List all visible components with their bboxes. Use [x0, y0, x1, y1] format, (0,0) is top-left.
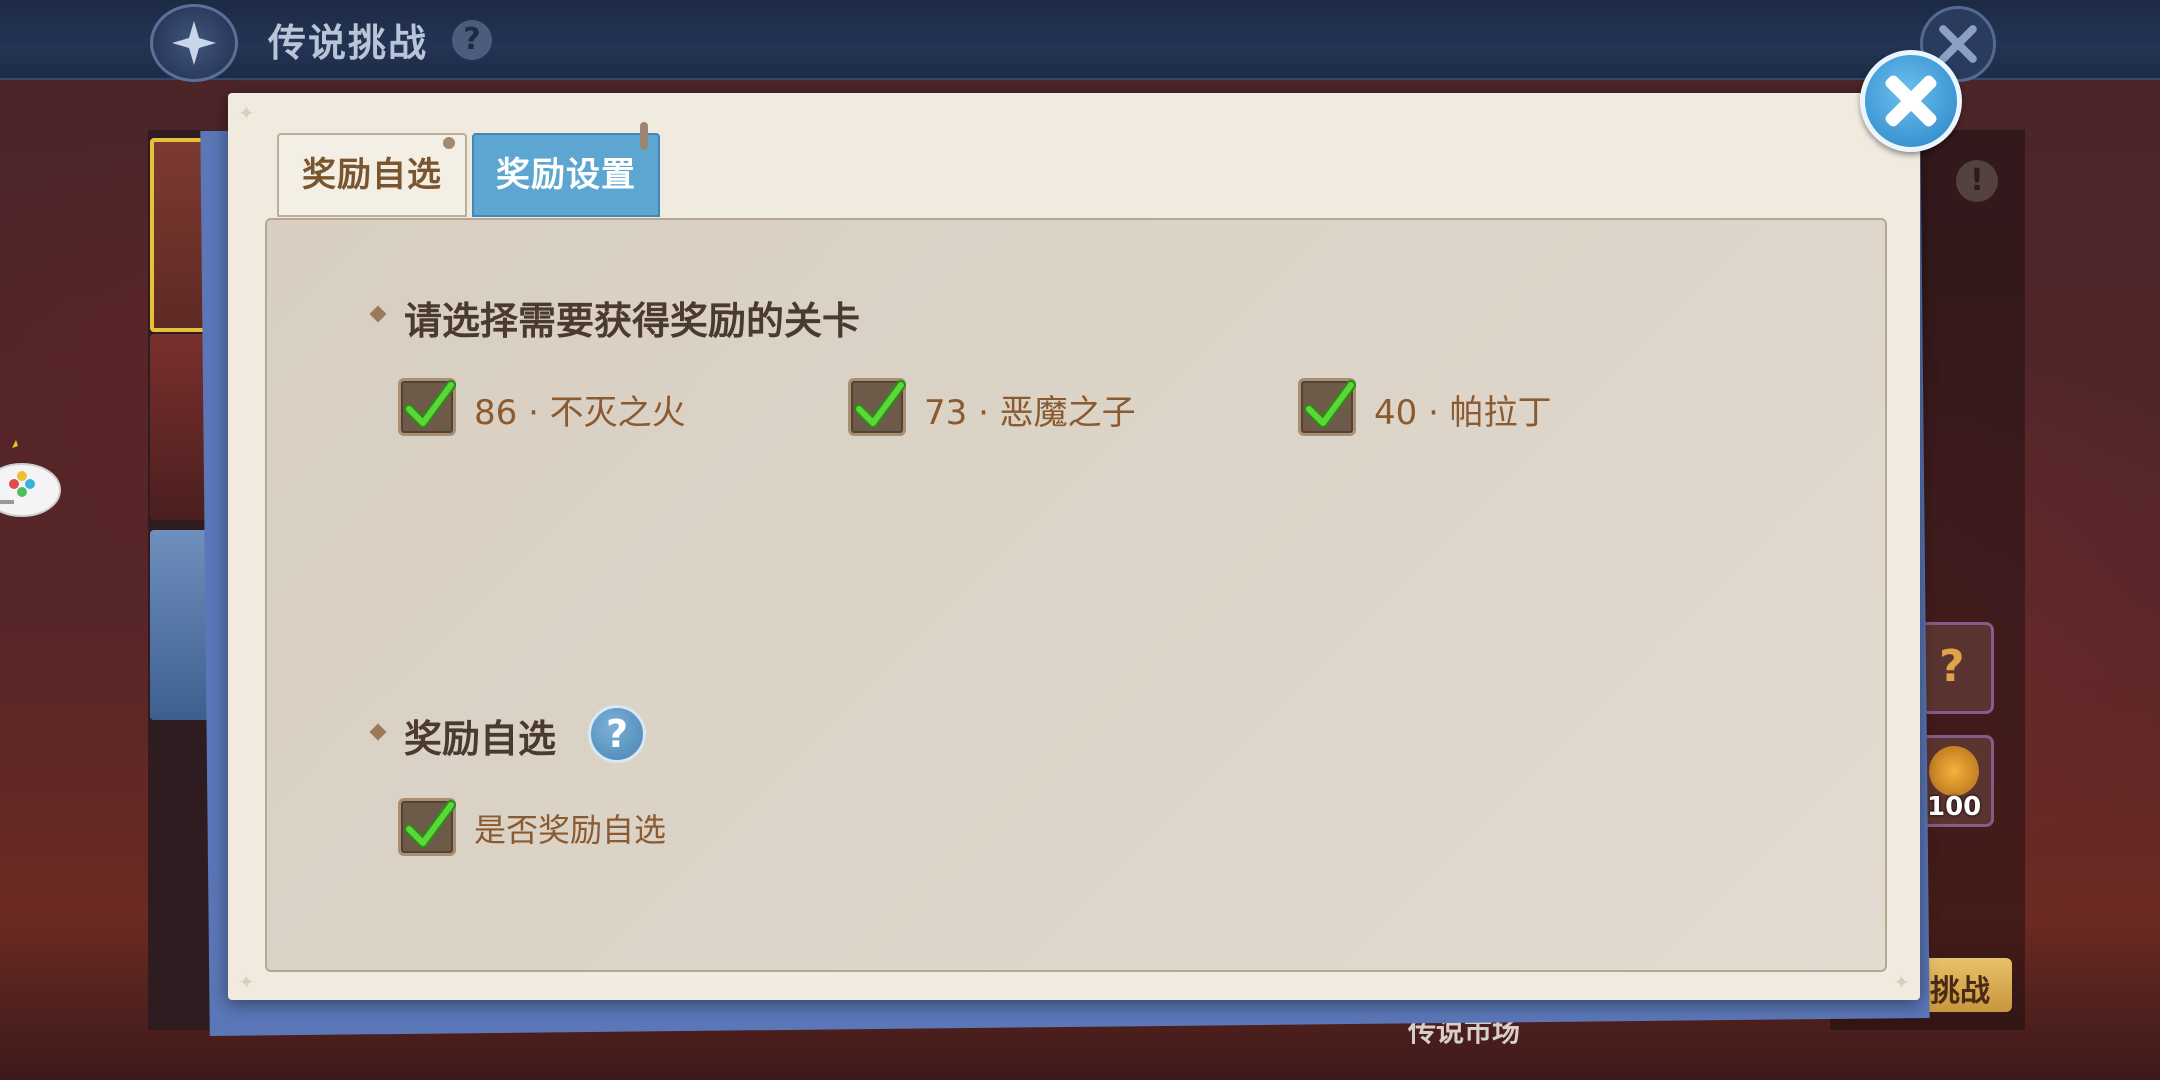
top-bar: 传说挑战 ?	[0, 0, 2160, 82]
level-checkbox-86[interactable]	[398, 378, 456, 436]
gamepad-icon[interactable]	[0, 440, 62, 524]
corner-ornament-icon: ✦	[238, 101, 255, 125]
coin-count: 100	[1927, 792, 1982, 822]
emblem-icon	[150, 4, 238, 82]
tab-pin-icon	[640, 122, 648, 150]
challenge-label: 挑战	[1930, 974, 1990, 1009]
close-dialog-icon[interactable]	[1860, 50, 1962, 152]
level-label-73[interactable]: 73 · 恶魔之子	[924, 385, 1136, 434]
reward-select-label[interactable]: 是否奖励自选	[474, 805, 666, 851]
page-title: 传说挑战	[268, 21, 429, 65]
level-checkbox-73[interactable]	[848, 378, 906, 436]
reward-select-checkbox[interactable]	[398, 798, 456, 856]
corner-ornament-icon: ✦	[238, 970, 255, 994]
alert-icon[interactable]: !	[1956, 160, 1998, 202]
mystery-reward-icon[interactable]: ?	[1916, 622, 1994, 714]
coin-icon	[1929, 746, 1979, 796]
reward-select-section-title: 奖励自选	[404, 717, 557, 761]
level-label-40[interactable]: 40 · 帕拉丁	[1374, 385, 1552, 434]
help-icon[interactable]: ?	[452, 20, 492, 60]
corner-ornament-icon: ✦	[1893, 970, 1910, 994]
level-label-86[interactable]: 86 · 不灭之火	[474, 385, 686, 434]
level-checkbox-40[interactable]	[1298, 378, 1356, 436]
coin-reward-icon[interactable]: 100	[1916, 735, 1994, 827]
tab-reward-select[interactable]: 奖励自选	[277, 133, 467, 217]
tab-dot-icon	[441, 135, 457, 151]
tab-reward-settings[interactable]: 奖励设置	[472, 133, 660, 217]
levels-section-title: 请选择需要获得奖励的关卡	[404, 299, 861, 343]
reward-help-icon[interactable]: ?	[588, 705, 646, 763]
